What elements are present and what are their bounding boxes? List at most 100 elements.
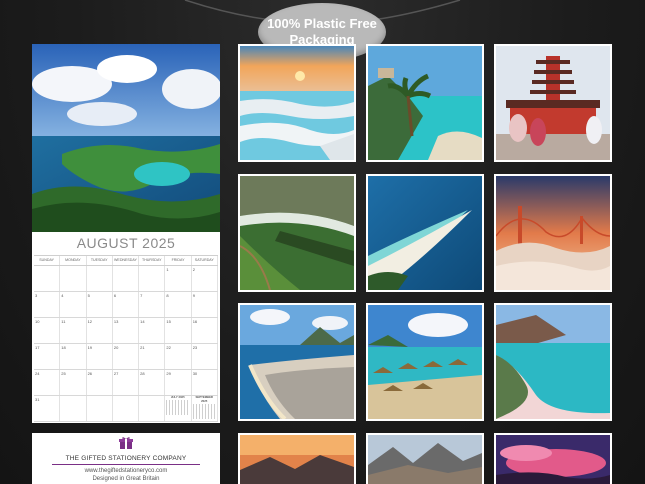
weekday-header: SUNDAY MONDAY TUESDAY WEDNESDAY THURSDAY…: [34, 256, 218, 266]
made-in: Designed in Great Britain: [92, 476, 160, 482]
day-cell: 7: [139, 292, 166, 317]
calendar-week: 3 4 5 6 7 8 9: [34, 292, 218, 318]
thumbnail-pagoda: [494, 44, 612, 162]
thumbnail-desert-mountains: [366, 433, 484, 484]
weekday-wednesday: WEDNESDAY: [113, 256, 140, 265]
day-number: 5: [87, 293, 90, 298]
brand-card: THE GIFTED STATIONERY COMPANY www.thegif…: [32, 433, 220, 484]
weekday-saturday: SATURDAY: [192, 256, 218, 265]
day-number: 10: [35, 319, 40, 324]
divider: [52, 464, 200, 465]
gift-icon: [119, 437, 133, 449]
day-cell: 9: [192, 292, 218, 317]
thumbnail-pink-sky: [494, 433, 612, 484]
day-cell: 28: [139, 370, 166, 395]
day-cell: 1: [165, 266, 192, 291]
mini-calendar-next: SEPTEMBER 2025: [192, 395, 216, 419]
day-number: 22: [166, 345, 171, 350]
day-number: 8: [166, 293, 169, 298]
day-cell: 19: [87, 344, 113, 369]
thumbnail-sandbar: [366, 174, 484, 292]
day-cell: 17: [34, 344, 61, 369]
mini-calendar-title: JULY 2025: [170, 395, 185, 399]
day-cell: 27: [113, 370, 140, 395]
day-cell: [87, 396, 113, 421]
day-number: 20: [113, 345, 119, 350]
day-number: 29: [166, 371, 171, 376]
mini-calendars: JULY 2025 SEPTEMBER 2025: [166, 395, 216, 419]
badge-line-1: 100% Plastic Free: [267, 16, 377, 31]
day-number: 2: [192, 267, 195, 272]
day-number: 18: [61, 345, 66, 350]
weekday-tuesday: TUESDAY: [87, 256, 113, 265]
day-number: 16: [192, 319, 198, 324]
day-cell: [34, 266, 61, 291]
day-cell: 20: [113, 344, 140, 369]
day-cell: 4: [60, 292, 87, 317]
day-number: 28: [140, 371, 145, 376]
day-number: 31: [35, 397, 40, 402]
day-cell: 5: [87, 292, 113, 317]
calendar-week: 10 11 12 13 14 15 16: [34, 318, 218, 344]
thumbnail-mountain-sunset: [238, 433, 356, 484]
thumbnail-pink-beach: [494, 303, 612, 421]
day-cell: [60, 266, 87, 291]
day-number: 25: [61, 371, 66, 376]
thumbnail-golden-gate: [494, 174, 612, 292]
day-number: 7: [140, 293, 143, 298]
weekday-friday: FRIDAY: [165, 256, 192, 265]
day-number: 24: [35, 371, 40, 376]
day-cell: 11: [60, 318, 87, 343]
day-cell: 13: [113, 318, 140, 343]
day-cell: 8: [165, 292, 192, 317]
mini-calendar-title: SEPTEMBER 2025: [195, 395, 213, 403]
day-number: 26: [87, 371, 93, 376]
day-number: 12: [87, 319, 93, 324]
thumbnail-rio-beach: [238, 303, 356, 421]
day-number: 4: [61, 293, 64, 298]
day-cell: 24: [34, 370, 61, 395]
thumbnail-tulum-coast: [366, 44, 484, 162]
day-number: 14: [140, 319, 145, 324]
day-cell: 26: [87, 370, 113, 395]
mini-calendar-days: [192, 404, 216, 419]
day-number: 6: [113, 293, 117, 298]
day-cell: [60, 396, 87, 421]
day-cell: [113, 396, 140, 421]
day-number: 17: [35, 345, 40, 350]
month-title: AUGUST 2025: [76, 235, 176, 251]
thumbnail-travertine-pools: [238, 44, 356, 162]
day-number: 19: [87, 345, 93, 350]
day-cell: 3: [34, 292, 61, 317]
calendar-page: AUGUST 2025 SUNDAY MONDAY TUESDAY WEDNES…: [32, 44, 220, 423]
day-number: 13: [113, 319, 119, 324]
calendar-grid: SUNDAY MONDAY TUESDAY WEDNESDAY THURSDAY…: [34, 255, 218, 422]
mini-calendar-previous: JULY 2025: [166, 395, 190, 419]
day-number: 30: [192, 371, 198, 376]
day-cell: 10: [34, 318, 61, 343]
day-number: 9: [192, 293, 195, 298]
day-cell: [87, 266, 113, 291]
thumbnail-waterfall: [238, 174, 356, 292]
day-cell: 23: [192, 344, 218, 369]
day-number: 1: [166, 267, 169, 272]
day-cell: 25: [60, 370, 87, 395]
day-cell: 31: [34, 396, 61, 421]
day-number: 27: [113, 371, 119, 376]
day-cell: [139, 266, 166, 291]
thumbnail-umbrella-beach: [366, 303, 484, 421]
day-cell: 2: [192, 266, 218, 291]
day-cell: 15: [165, 318, 192, 343]
weekday-sunday: SUNDAY: [34, 256, 61, 265]
day-number: 23: [192, 345, 198, 350]
calendar-photo-island-bay: [32, 44, 220, 232]
day-cell: 16: [192, 318, 218, 343]
day-cell: 14: [139, 318, 166, 343]
day-cell: 21: [139, 344, 166, 369]
day-cell: 6: [113, 292, 140, 317]
day-cell: 18: [60, 344, 87, 369]
day-number: 3: [35, 293, 38, 298]
day-cell: 30: [192, 370, 218, 395]
day-number: 21: [140, 345, 145, 350]
company-name: THE GIFTED STATIONERY COMPANY: [65, 455, 187, 462]
